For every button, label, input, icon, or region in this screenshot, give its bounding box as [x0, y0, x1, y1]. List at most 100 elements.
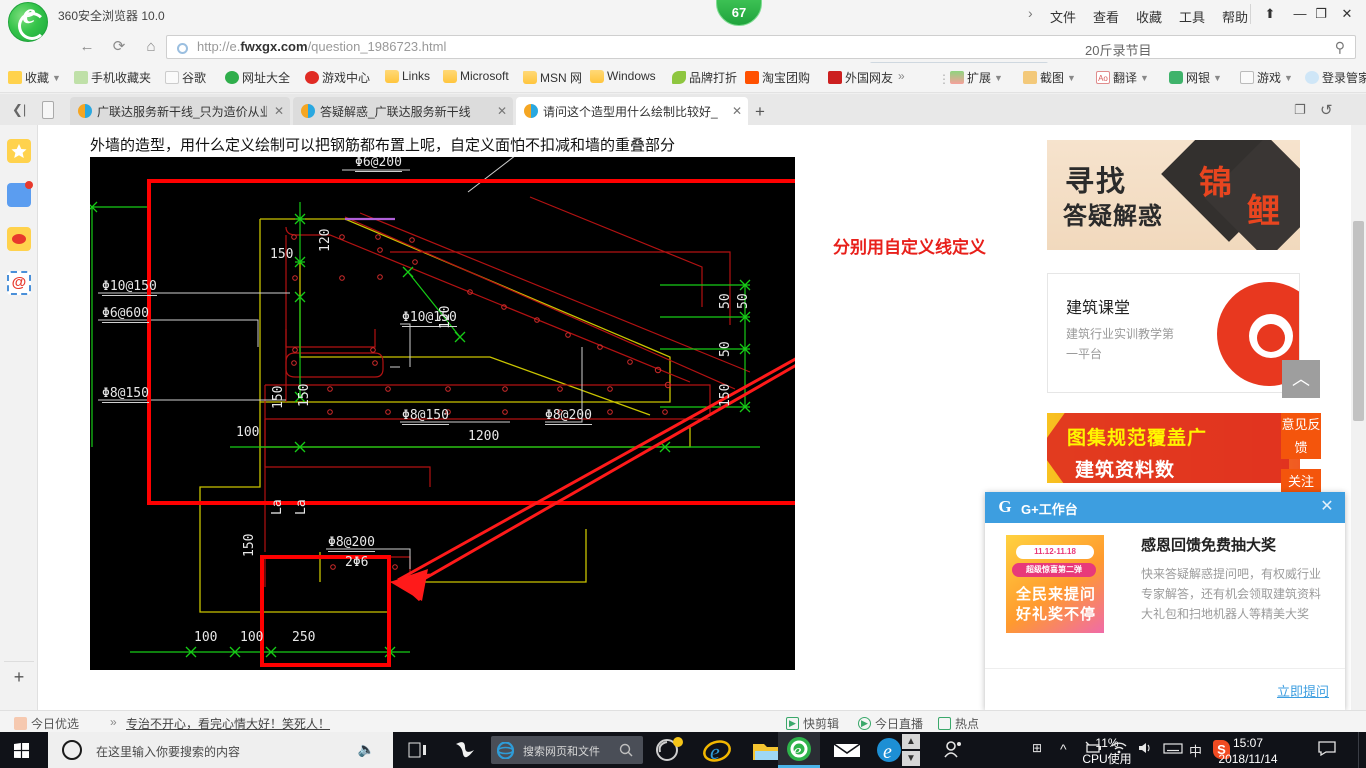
- ie-search-box[interactable]: 搜索网页和文件: [491, 736, 643, 764]
- tool-translate[interactable]: Ao 翻译 ▼: [1096, 69, 1149, 86]
- live-today[interactable]: ▶ 今日直播: [858, 715, 923, 732]
- menu-view[interactable]: 查看: [1093, 7, 1119, 26]
- page-scrollbar[interactable]: [1351, 125, 1366, 710]
- tab-1[interactable]: 答疑解惑_广联达服务新干线 ✕: [293, 97, 513, 125]
- tool-game[interactable]: 游戏 ▼: [1240, 69, 1293, 86]
- chevron-down-icon: ▼: [994, 72, 1003, 83]
- refresh-button[interactable]: ⟳: [106, 34, 132, 60]
- ad-banner-bottom[interactable]: 图集规范覆盖广 建筑资料数: [1047, 413, 1300, 483]
- tab-2[interactable]: 请问这个造型用什么绘制比较好_ ✕: [516, 97, 748, 125]
- ad-lucky-fish[interactable]: 寻找 答疑解惑 锦 鲤: [1047, 140, 1300, 250]
- bookmark-sites[interactable]: 网址大全: [225, 69, 290, 86]
- bookmark-google[interactable]: 谷歌: [165, 69, 206, 86]
- address-bar[interactable]: http://e.fwxgx.com/question_1986723.html…: [166, 35, 1356, 59]
- home-button[interactable]: ⌂: [138, 34, 164, 60]
- chevron-up-icon[interactable]: ^: [1060, 741, 1067, 757]
- show-desktop-button[interactable]: [1358, 732, 1366, 768]
- folder-icon: [443, 69, 457, 83]
- scroll-up-icon[interactable]: ▲: [902, 734, 920, 749]
- tool-bank[interactable]: 网银 ▼: [1169, 69, 1222, 86]
- tool-extension[interactable]: 扩展 ▼: [950, 69, 1003, 86]
- scroll-down-icon[interactable]: ▼: [902, 751, 920, 766]
- clock[interactable]: 15:07 2018/11/14: [1202, 735, 1294, 767]
- start-button[interactable]: [0, 732, 48, 768]
- battery-icon[interactable]: [1084, 741, 1102, 758]
- reopen-tab-icon[interactable]: ↺: [1320, 101, 1333, 119]
- scrollbar-thumb[interactable]: [1353, 221, 1364, 421]
- at-icon[interactable]: @: [7, 271, 31, 295]
- keyboard-icon[interactable]: [1163, 741, 1183, 758]
- bookmark-games[interactable]: 游戏中心: [305, 69, 370, 86]
- weibo-icon[interactable]: [7, 227, 31, 251]
- back-to-top-button[interactable]: ︿: [1282, 360, 1320, 398]
- mic-icon[interactable]: 🔈: [358, 741, 375, 758]
- bookmark-msn[interactable]: MSN 网: [523, 69, 582, 86]
- news-link[interactable]: 专治不开心，看完心情大好！笑死人！: [126, 715, 330, 732]
- volume-icon[interactable]: [1136, 741, 1154, 758]
- pin-button[interactable]: ⬆: [1255, 0, 1285, 28]
- search-input[interactable]: 20斤录节目: [1085, 40, 1151, 59]
- wifi-icon[interactable]: [1110, 741, 1128, 758]
- bookmarks-overflow[interactable]: »: [898, 69, 905, 83]
- follow-button[interactable]: 关注: [1281, 469, 1321, 494]
- news-chevron-icon[interactable]: »: [110, 715, 117, 729]
- action-center-icon[interactable]: [1318, 741, 1336, 759]
- ime-chinese-icon[interactable]: 中: [1189, 741, 1202, 760]
- bookmark-phone[interactable]: 手机收藏夹: [74, 69, 151, 86]
- today-deals[interactable]: 今日优选: [14, 715, 79, 732]
- bookmark-windows[interactable]: Windows: [590, 69, 656, 83]
- hot-topics[interactable]: 热点: [938, 715, 979, 732]
- tool-login-manager[interactable]: 登录管家: [1305, 69, 1366, 86]
- skype-icon[interactable]: [444, 732, 486, 768]
- chevron-right-icon[interactable]: ›: [1028, 5, 1033, 21]
- search-box[interactable]: 在这里输入你要搜索的内容 🔈: [48, 732, 393, 768]
- new-tab-button[interactable]: +: [755, 102, 765, 122]
- task-view-icon[interactable]: [398, 732, 440, 768]
- grid-icon[interactable]: ⊞: [1032, 741, 1042, 755]
- news-feed-icon[interactable]: [7, 181, 33, 207]
- popup-promo-image[interactable]: 11.12-11.18 超级惊喜第二弹 全民来提问 好礼奖不停: [1006, 535, 1104, 633]
- bookmark-microsoft[interactable]: Microsoft: [443, 69, 509, 83]
- tool-screenshot[interactable]: 截图 ▼: [1023, 69, 1076, 86]
- cortana-icon: [62, 740, 82, 760]
- close-button[interactable]: ✕: [1332, 0, 1362, 28]
- restore-tabs-icon[interactable]: ❐: [1294, 102, 1306, 118]
- menu-favorites[interactable]: 收藏: [1136, 7, 1162, 26]
- bookmark-links[interactable]: Links: [385, 69, 430, 83]
- badge-dot: [25, 181, 33, 189]
- score-badge[interactable]: 67: [716, 0, 762, 26]
- people-icon[interactable]: [932, 732, 974, 768]
- bank-icon: [1169, 71, 1183, 84]
- ad-building-course[interactable]: 建筑课堂 建筑行业实训教学第一平台: [1047, 273, 1300, 393]
- bookmark-brand[interactable]: 品牌打折: [672, 69, 737, 86]
- 360-notify-icon[interactable]: [648, 732, 690, 768]
- back-button[interactable]: ←: [74, 34, 100, 60]
- overflow-scroll-arrows[interactable]: ▲ ▼: [902, 732, 920, 768]
- ie-icon[interactable]: e: [696, 732, 738, 768]
- search-icon[interactable]: ⚲: [1335, 39, 1345, 56]
- bookmark-favorites[interactable]: 收藏 ▼: [8, 69, 61, 86]
- tab-0[interactable]: 广联达服务新干线_只为造价从业 ✕: [70, 97, 290, 125]
- gplus-popup-window[interactable]: G G+工作台 ✕ 11.12-11.18 超级惊喜第二弹 全民来提问 好礼奖不…: [985, 492, 1345, 710]
- tab-close-icon[interactable]: ✕: [495, 104, 509, 118]
- tab-list-icon[interactable]: [42, 101, 54, 119]
- popup-close-icon[interactable]: ✕: [1317, 497, 1337, 517]
- tab-scroll-left-icon[interactable]: ❮|: [12, 102, 26, 118]
- 360-browser-icon[interactable]: e: [778, 732, 820, 768]
- bookmark-foreign[interactable]: 外国网友: [828, 69, 893, 86]
- quick-clip[interactable]: ▶ 快剪辑: [786, 715, 839, 732]
- menu-help[interactable]: 帮助: [1222, 7, 1248, 26]
- mail-icon[interactable]: [826, 732, 868, 768]
- favorites-star-icon[interactable]: [7, 139, 31, 163]
- menu-tools[interactable]: 工具: [1179, 7, 1205, 26]
- drag-handle[interactable]: ⋮: [938, 72, 950, 86]
- feedback-button[interactable]: 意见反馈: [1281, 413, 1321, 459]
- menu-file[interactable]: 文件: [1050, 7, 1076, 26]
- cad-label: Φ10@150: [102, 279, 157, 296]
- ask-now-link[interactable]: 立即提问: [1277, 681, 1329, 700]
- tab-close-icon[interactable]: ✕: [730, 104, 744, 118]
- tab-close-icon[interactable]: ✕: [272, 104, 286, 118]
- ad-badge-li: 鲤: [1247, 192, 1280, 229]
- bookmark-taobao[interactable]: 淘宝团购: [745, 69, 810, 86]
- add-rail-item-button[interactable]: +: [0, 667, 38, 688]
